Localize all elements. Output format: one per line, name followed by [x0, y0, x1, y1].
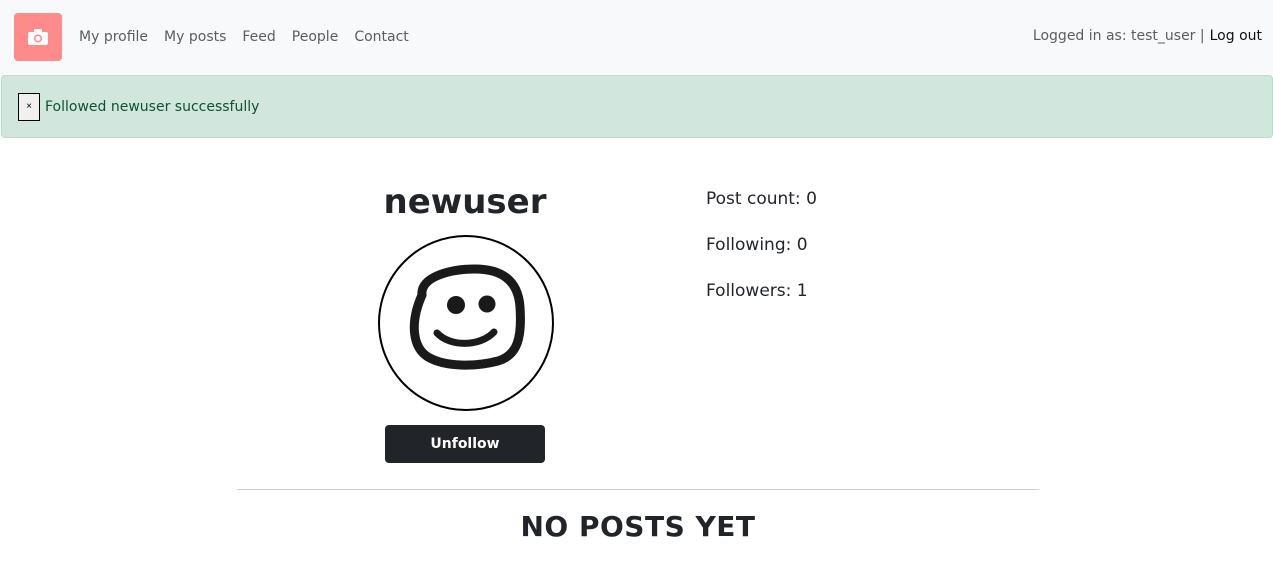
followers-stat: Followers: 1: [706, 281, 808, 301]
smiley-face-icon: [409, 264, 525, 370]
logged-in-text: Logged in as: test_user |: [1032, 28, 1205, 44]
nav-link-people[interactable]: People: [292, 29, 339, 45]
user-status: Logged in as: test_user | Log out: [1033, 28, 1262, 44]
nav-link-my-posts[interactable]: My posts: [164, 29, 226, 45]
brand-logo[interactable]: [14, 13, 62, 61]
avatar: [378, 235, 554, 411]
post-count-stat: Post count: 0: [706, 189, 817, 209]
nav-link-contact[interactable]: Contact: [354, 29, 408, 45]
nav-links: My profile My posts Feed People Contact: [79, 29, 425, 45]
no-posts-message: NO POSTS YET: [520, 510, 756, 543]
navbar: My profile My posts Feed People Contact …: [0, 0, 1273, 74]
following-stat: Following: 0: [706, 235, 808, 255]
logout-link[interactable]: Log out: [1210, 28, 1262, 44]
posts-divider: [237, 489, 1039, 490]
unfollow-button[interactable]: Unfollow: [385, 425, 545, 463]
nav-link-my-profile[interactable]: My profile: [79, 29, 148, 45]
camera-icon: [28, 29, 48, 45]
nav-link-feed[interactable]: Feed: [242, 29, 275, 45]
success-alert: × Followed newuser successfully: [1, 75, 1273, 138]
profile-username: newuser: [383, 182, 547, 222]
alert-close-button[interactable]: ×: [18, 92, 40, 121]
alert-message: Followed newuser successfully: [45, 98, 260, 115]
